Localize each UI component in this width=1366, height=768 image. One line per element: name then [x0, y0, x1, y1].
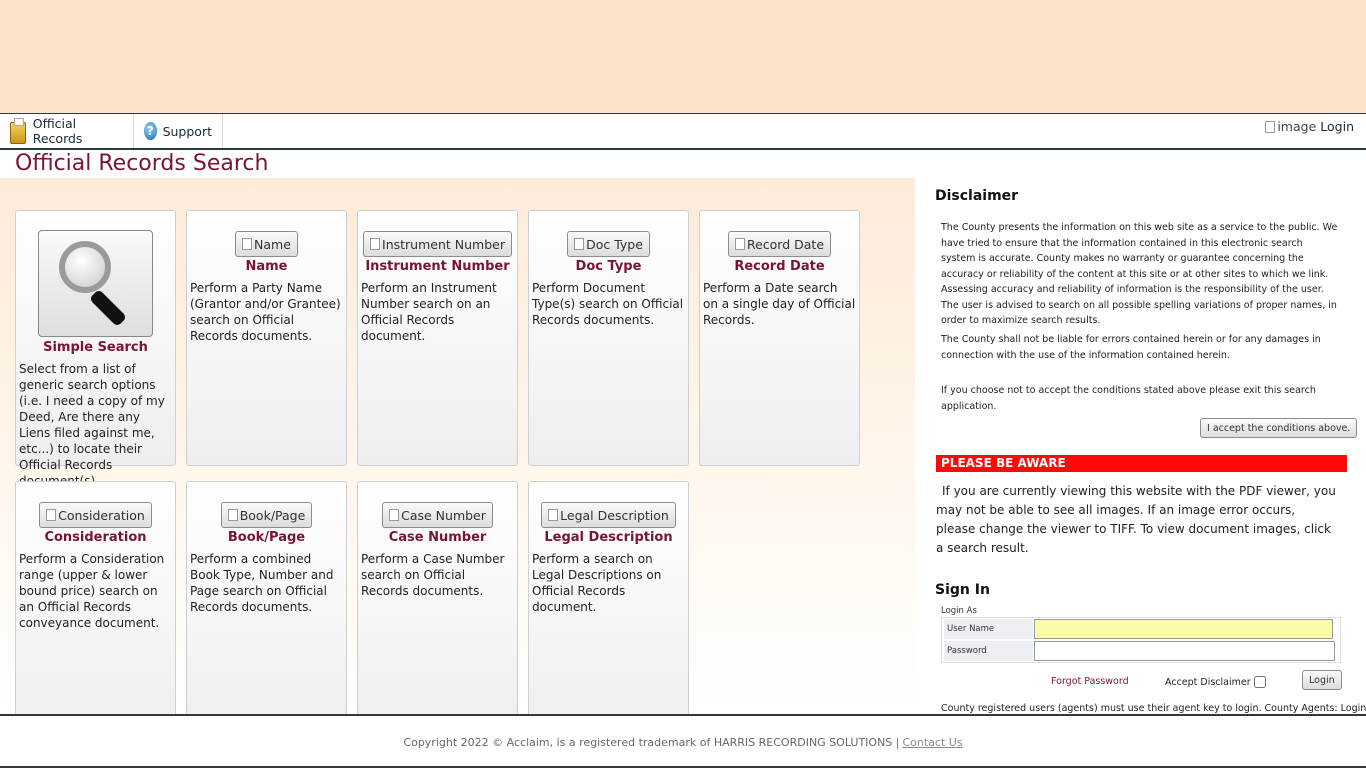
card-case-number: Case Number Case Number Perform a Case N… — [357, 481, 518, 737]
accept-conditions-button[interactable]: I accept the conditions above. — [1200, 418, 1358, 438]
agents-note: County registered users (agents) must us… — [941, 703, 1366, 714]
login-link[interactable]: image Login — [1265, 119, 1354, 134]
contact-us-link[interactable]: Contact Us — [903, 736, 963, 749]
credentials-box: User Name Password — [941, 617, 1341, 663]
password-field[interactable] — [1034, 641, 1335, 661]
top-banner — [0, 0, 1366, 113]
card-book-page: Book/Page Book/Page Perform a combined B… — [186, 481, 347, 737]
disclaimer-paragraph: The County presents the information on t… — [941, 222, 1338, 326]
accept-disclaimer-label: Accept Disclaimer — [1165, 676, 1251, 688]
doc-type-search-button[interactable]: Doc Type — [567, 231, 650, 257]
card-name: Name Name Perform a Party Name (Grantor … — [186, 210, 347, 466]
card-description: Perform a Case Number search on Official… — [361, 552, 505, 598]
disclaimer-paragraph: The County shall not be liable for error… — [941, 334, 1321, 361]
card-title: Simple Search — [43, 340, 148, 355]
login-link-label: Login — [1320, 119, 1354, 134]
card-title: Name — [245, 259, 288, 274]
disclaimer-title: Disclaimer — [935, 188, 1019, 204]
record-date-search-button[interactable]: Record Date — [727, 231, 832, 257]
records-folder-icon — [10, 118, 27, 144]
consideration-search-button[interactable]: Consideration — [39, 502, 152, 528]
nav-official-records[interactable]: Official Records — [0, 114, 134, 148]
legal-description-search-button[interactable]: Legal Description — [541, 502, 676, 528]
name-search-button[interactable]: Name — [235, 231, 298, 257]
username-row: User Name — [942, 619, 1340, 641]
password-row: Password — [942, 641, 1340, 663]
disclaimer-paragraph: If you choose not to accept the conditio… — [941, 385, 1316, 412]
navbar: Official Records ? Support image Login — [0, 113, 1366, 150]
aware-text: If you are currently viewing this websit… — [936, 484, 1336, 555]
card-doc-type: Doc Type Doc Type Perform Document Type(… — [528, 210, 689, 466]
card-title: Legal Description — [544, 530, 673, 545]
help-icon: ? — [144, 122, 157, 140]
username-label: User Name — [944, 619, 1033, 639]
footer: Copyright 2022 © Acclaim, is a registere… — [0, 716, 1366, 768]
card-description: Perform a Consideration range (upper & l… — [19, 552, 165, 630]
forgot-password-link[interactable]: Forgot Password — [1051, 676, 1129, 687]
broken-image-icon — [242, 238, 253, 250]
disclaimer-panel: Disclaimer The County presents the infor… — [915, 178, 1366, 715]
card-description: Select from a list of generic search opt… — [19, 362, 165, 488]
broken-image-icon — [370, 238, 381, 250]
broken-image-icon — [227, 509, 238, 521]
aware-banner: PLEASE BE AWARE — [936, 455, 1347, 472]
card-title: Record Date — [734, 259, 825, 274]
username-field[interactable] — [1034, 619, 1333, 639]
card-title: Case Number — [388, 530, 487, 545]
broken-image-icon — [389, 509, 400, 521]
card-consideration: Consideration Consideration Perform a Co… — [15, 481, 176, 737]
case-number-search-button[interactable]: Case Number — [382, 502, 493, 528]
nav-official-records-label: Official Records — [32, 116, 83, 146]
page-title: Official Records Search — [15, 151, 269, 176]
card-simple-search: Simple Search Select from a list of gene… — [15, 210, 176, 488]
broken-image-icon: image — [1265, 119, 1316, 134]
broken-image-icon — [574, 238, 585, 250]
book-page-search-button[interactable]: Book/Page — [220, 502, 313, 528]
password-label: Password — [944, 641, 1033, 661]
card-description: Perform a combined Book Type, Number and… — [190, 552, 334, 614]
broken-image-icon — [46, 509, 57, 521]
card-title: Consideration — [44, 530, 147, 545]
card-title: Instrument Number — [365, 259, 510, 274]
simple-search-button[interactable] — [38, 230, 153, 337]
copyright-text: Copyright 2022 © Acclaim, is a registere… — [403, 735, 900, 749]
instrument-number-search-button[interactable]: Instrument Number — [363, 231, 512, 257]
card-legal-description: Legal Description Legal Description Perf… — [528, 481, 689, 737]
search-options-panel: Simple Search Select from a list of gene… — [0, 178, 915, 737]
card-instrument-number: Instrument Number Instrument Number Perf… — [357, 210, 518, 466]
broken-image-icon — [548, 509, 559, 521]
signin-title: Sign In — [935, 582, 990, 598]
accept-disclaimer-checkbox[interactable] — [1253, 676, 1266, 688]
card-title: Doc Type — [575, 259, 642, 274]
nav-support[interactable]: ? Support — [134, 114, 223, 148]
card-description: Perform Document Type(s) search on Offic… — [532, 281, 684, 327]
card-description: Perform a Party Name (Grantor and/or Gra… — [190, 281, 341, 343]
card-description: Perform a search on Legal Descriptions o… — [532, 552, 662, 614]
card-description: Perform an Instrument Number search on a… — [361, 281, 497, 343]
card-description: Perform a Date search on a single day of… — [703, 281, 856, 327]
login-button[interactable]: Login — [1302, 670, 1342, 690]
login-as-label: Login As — [941, 606, 977, 616]
card-title: Book/Page — [227, 530, 306, 545]
accept-disclaimer-control: Accept Disclaimer — [1165, 676, 1266, 688]
broken-image-icon — [734, 238, 745, 250]
card-record-date: Record Date Record Date Perform a Date s… — [699, 210, 860, 466]
nav-support-label: Support — [162, 123, 212, 139]
